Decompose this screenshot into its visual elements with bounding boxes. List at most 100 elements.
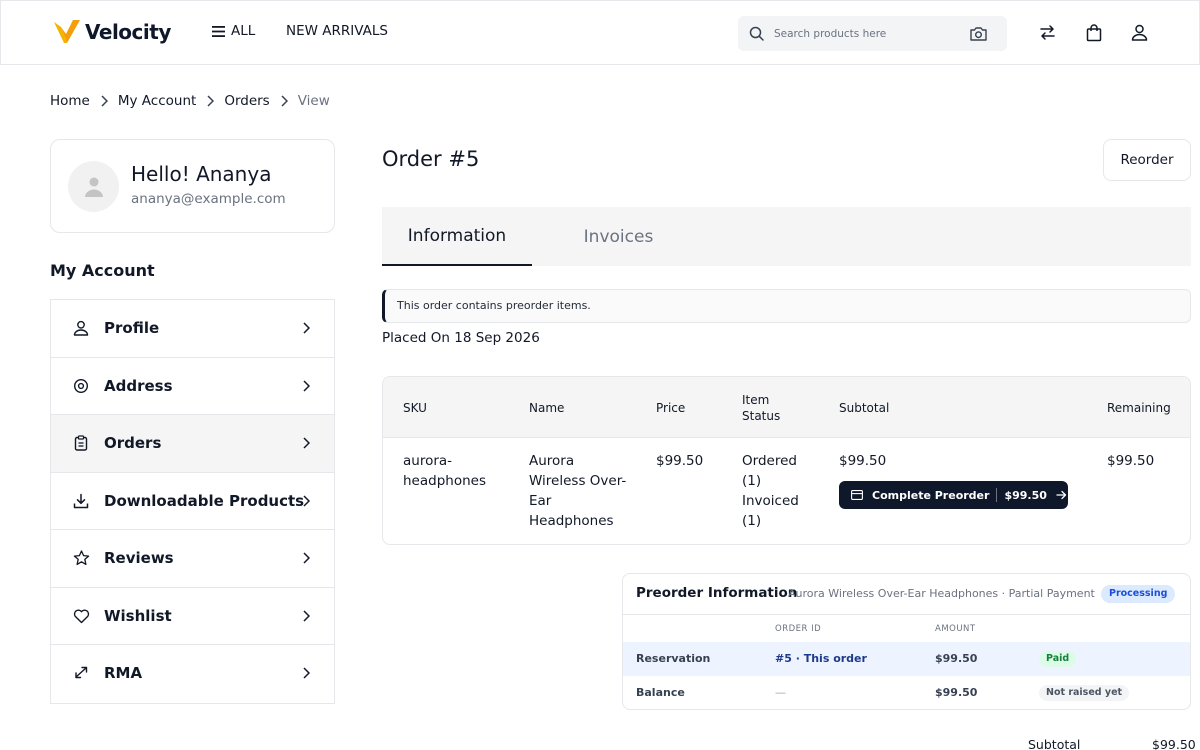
breadcrumb-view: View: [297, 93, 330, 109]
order-id-link[interactable]: #5 · This order: [775, 652, 867, 665]
sidebar-item-label: Wishlist: [104, 606, 172, 625]
column-header-name: Name: [529, 401, 565, 415]
tab-invoices[interactable]: Invoices: [550, 207, 687, 266]
status-badge: Processing: [1101, 585, 1176, 603]
profile-email: ananya@example.com: [131, 191, 286, 207]
preorder-notice: This order contains preorder items.: [382, 289, 1191, 323]
user-icon: [73, 320, 89, 336]
chevron-right-icon: [303, 552, 310, 564]
column-header-price: Price: [656, 401, 686, 415]
profile-greeting: Hello! Ananya: [131, 162, 272, 186]
cell-status-ordered: Ordered (1): [742, 453, 797, 489]
cell-price: $99.50: [656, 453, 704, 469]
cell-status-invoiced: Invoiced (1): [742, 493, 799, 529]
search-input[interactable]: [774, 24, 964, 44]
sidebar-item-address[interactable]: Address: [51, 358, 334, 415]
breadcrumb-orders[interactable]: Orders: [224, 93, 269, 109]
sidebar-item-label: Reviews: [104, 549, 174, 567]
table-row: Balance — $99.50 Not raised yet: [623, 676, 1190, 709]
notice-text: This order contains preorder items.: [397, 299, 591, 312]
status-badge: Paid: [1039, 651, 1077, 667]
complete-preorder-label: Complete Preorder: [872, 488, 990, 502]
user-account-icon[interactable]: [1131, 24, 1148, 41]
compare-icon[interactable]: [1039, 24, 1056, 41]
search-icon[interactable]: [749, 26, 764, 41]
shopping-bag-icon[interactable]: [1086, 24, 1102, 42]
chevron-right-icon: [303, 437, 310, 449]
heart-icon: [73, 608, 90, 623]
row-label: Reservation: [636, 652, 711, 665]
sidebar-item-orders[interactable]: Orders: [51, 415, 334, 473]
sidebar-item-reviews[interactable]: Reviews: [51, 530, 334, 588]
sidebar-item-label: RMA: [104, 664, 143, 682]
cell-name: Aurora Wireless Over-Ear Headphones: [529, 453, 627, 529]
menu-icon: [212, 25, 225, 37]
avatar: [68, 161, 119, 212]
location-pin-icon: [73, 378, 89, 393]
chevron-right-icon: [303, 494, 310, 507]
cell-sku: aurora-headphones: [403, 453, 486, 489]
row-label: Balance: [636, 686, 685, 699]
sidebar-item-wishlist[interactable]: Wishlist: [51, 588, 334, 645]
cell-subtotal: $99.50: [839, 453, 887, 469]
user-placeholder-icon: [84, 177, 103, 197]
profile-card: Hello! Ananya ananya@example.com: [50, 139, 335, 233]
arrow-right-icon: [1056, 490, 1067, 500]
chevron-right-icon: [303, 609, 310, 622]
search-bar: [738, 16, 1007, 51]
tab-information[interactable]: Information: [382, 207, 532, 266]
preorder-title: Preorder Information: [636, 585, 798, 601]
subtotal-value: $99.50: [1152, 737, 1196, 750]
sidebar-item-label: Profile: [104, 319, 160, 337]
status-badge: Not raised yet: [1039, 685, 1130, 701]
clipboard-icon: [74, 435, 88, 451]
order-tabs: Information Invoices: [382, 207, 1191, 266]
row-amount: $99.50: [935, 686, 978, 699]
complete-preorder-amount: $99.50: [1004, 488, 1047, 502]
site-header: Velocity ALL NEW ARRIVALS: [0, 0, 1200, 65]
subtotal-label: Subtotal: [1028, 737, 1081, 750]
exchange-icon: [75, 666, 88, 679]
order-id-empty: —: [775, 686, 786, 699]
chevron-right-icon: [303, 379, 310, 392]
star-icon: [73, 550, 90, 566]
sidebar-heading: My Account: [50, 261, 155, 280]
preorder-subtitle: Aurora Wireless Over-Ear Headphones · Pa…: [788, 587, 1095, 600]
order-title: Order #5: [382, 147, 480, 171]
breadcrumb-my-account[interactable]: My Account: [118, 93, 196, 109]
row-amount: $99.50: [935, 652, 978, 665]
column-header-sku: SKU: [403, 401, 427, 415]
sidebar-item-downloadable-products[interactable]: Downloadable Products: [51, 473, 334, 530]
chevron-right-icon: [280, 95, 288, 107]
chevron-right-icon: [303, 667, 310, 679]
order-items-table: SKU Name Price Item Status Subtotal Rema…: [382, 376, 1191, 545]
column-header-remaining: Remaining: [1107, 401, 1171, 415]
account-menu: Profile Address Orders Downloadable Prod…: [50, 299, 335, 704]
placed-on-date: Placed On 18 Sep 2026: [382, 330, 540, 346]
column-header-amount: AMOUNT: [935, 624, 976, 634]
breadcrumb: Home My Account Orders View: [50, 93, 330, 109]
nav-new-arrivals[interactable]: NEW ARRIVALS: [286, 23, 388, 39]
sidebar-item-label: Address: [104, 376, 173, 395]
chevron-right-icon: [303, 322, 310, 334]
sidebar-item-label: Orders: [104, 434, 162, 452]
table-row: Reservation #5 · This order $99.50 Paid: [623, 642, 1190, 676]
nav-all-menu[interactable]: ALL: [212, 23, 255, 39]
cell-remaining: $99.50: [1107, 453, 1155, 469]
button-divider: [996, 488, 998, 502]
nav-all-label: ALL: [231, 23, 256, 39]
chevron-right-icon: [206, 95, 215, 107]
column-header-item-status: Item Status: [742, 393, 781, 423]
sidebar-item-label: Downloadable Products: [104, 491, 305, 510]
preorder-info-card: Preorder Information Aurora Wireless Ove…: [622, 573, 1191, 710]
camera-icon[interactable]: [970, 26, 987, 41]
breadcrumb-home[interactable]: Home: [50, 93, 90, 109]
sidebar-item-rma[interactable]: RMA: [51, 645, 334, 703]
brand-logo[interactable]: Velocity: [53, 19, 171, 45]
card-icon: [851, 490, 863, 500]
complete-preorder-button[interactable]: Complete Preorder $99.50: [839, 481, 1068, 509]
sidebar-item-profile[interactable]: Profile: [51, 300, 334, 358]
reorder-button[interactable]: Reorder: [1103, 139, 1191, 181]
brand-name: Velocity: [85, 20, 171, 44]
chevron-right-icon: [100, 95, 108, 107]
